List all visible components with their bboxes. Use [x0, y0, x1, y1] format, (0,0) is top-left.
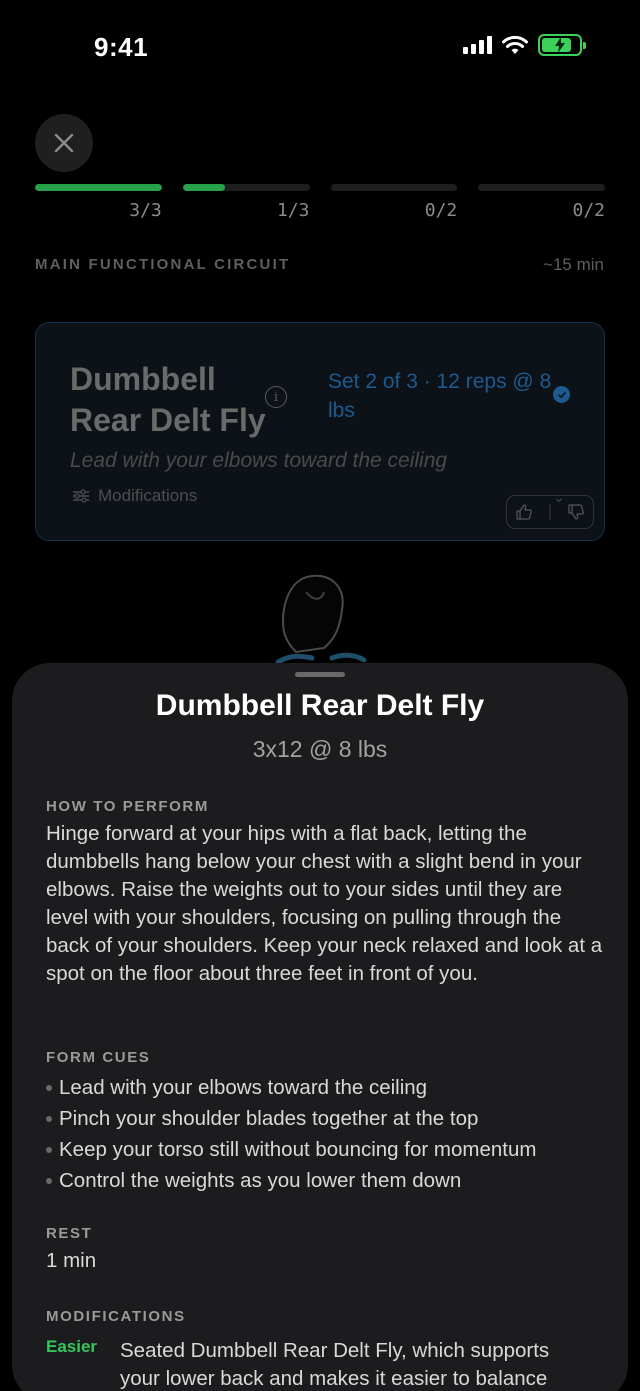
status-icons [463, 34, 586, 56]
modification-level: Easier [46, 1337, 98, 1356]
form-cues-list: Lead with your elbows toward the ceiling… [46, 1072, 536, 1196]
rest-value: 1 min [46, 1249, 97, 1272]
form-cue-text: Control the weights as you lower them do… [59, 1169, 462, 1192]
close-button[interactable] [35, 114, 93, 172]
cellular-signal-icon [463, 36, 492, 54]
info-icon[interactable]: i [265, 386, 287, 408]
exercise-name: Dumbbell Rear Delt Fly [70, 361, 266, 438]
thumbs-up-icon[interactable] [515, 503, 533, 521]
progress-count: 3/3 [129, 200, 162, 221]
progress-count: 0/2 [424, 200, 458, 221]
exercise-card[interactable]: Dumbbell Rear Delt Fly i Set 2 of 3 · 12… [35, 322, 605, 541]
modifications-label: Modifications [98, 486, 198, 505]
divider: | [547, 503, 553, 520]
list-item: Control the weights as you lower them do… [46, 1165, 536, 1196]
circuit-duration: ~15 min [543, 255, 604, 274]
progress-segment: 3/3 [35, 184, 162, 221]
wifi-icon [502, 35, 528, 54]
progress-segment: 1/3 [182, 184, 310, 221]
how-to-heading: HOW TO PERFORM [46, 798, 209, 815]
list-item: Pinch your shoulder blades together at t… [46, 1103, 536, 1134]
exercise-detail-sheet: Dumbbell Rear Delt Fly 3x12 @ 8 lbs HOW … [12, 663, 628, 1391]
exercise-illustration [275, 574, 367, 665]
checkmark-icon [553, 386, 570, 403]
progress-segment: 0/2 [478, 184, 605, 221]
form-cues-heading: FORM CUES [46, 1049, 151, 1066]
progress-segment: 0/2 [330, 184, 458, 221]
modification-text: Seated Dumbbell Rear Delt Fly, which sup… [120, 1339, 550, 1390]
circuit-progress: 3/3 1/3 0/2 0/2 [35, 184, 605, 221]
progress-count: 1/3 [276, 200, 310, 221]
progress-fill [182, 184, 225, 191]
form-cue-text: Keep your torso still without bouncing f… [59, 1138, 537, 1161]
form-cue-text: Pinch your shoulder blades together at t… [59, 1107, 479, 1130]
modifications-heading: MODIFICATIONS [46, 1308, 186, 1325]
how-to-text: Hinge forward at your hips with a flat b… [46, 822, 603, 985]
status-time: 9:41 [94, 32, 149, 62]
progress-fill [35, 184, 162, 191]
exercise-cue: Lead with your elbows toward the ceiling [70, 449, 448, 472]
rest-heading: REST [46, 1225, 93, 1242]
sliders-icon [73, 489, 89, 503]
sheet-title: Dumbbell Rear Delt Fly [155, 689, 485, 722]
thumbs-down-icon[interactable] [567, 503, 585, 521]
battery-charging-icon [538, 34, 586, 56]
close-icon [54, 133, 74, 153]
sheet-grabber[interactable] [295, 672, 345, 677]
form-cue-text: Lead with your elbows toward the ceiling [59, 1076, 428, 1099]
modifications-link[interactable]: Modifications [72, 486, 197, 506]
list-item: Lead with your elbows toward the ceiling [46, 1072, 536, 1103]
sheet-subtitle: 3x12 @ 8 lbs [252, 736, 388, 762]
feedback-buttons: | [506, 495, 594, 529]
list-item: Keep your torso still without bouncing f… [46, 1134, 536, 1165]
progress-count: 0/2 [572, 200, 605, 221]
circuit-title: MAIN FUNCTIONAL CIRCUIT [35, 256, 291, 273]
set-info: Set 2 of 3 · 12 reps @ 8 lbs [328, 370, 552, 422]
